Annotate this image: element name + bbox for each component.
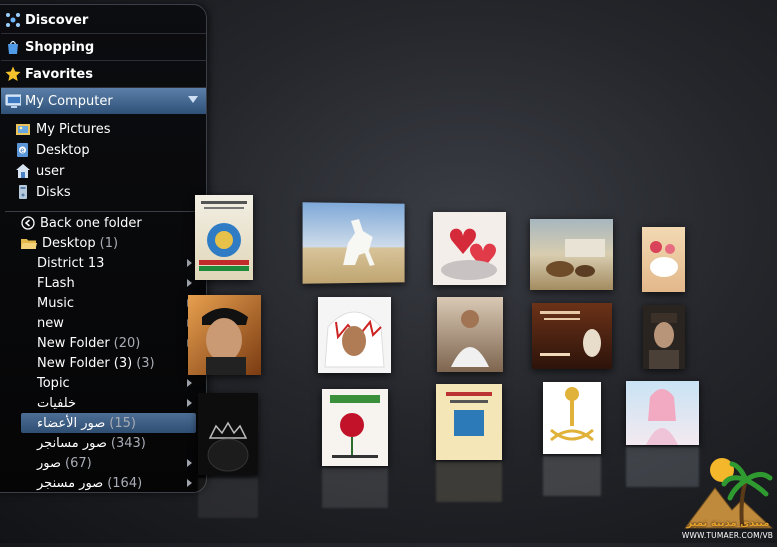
logo-url: WWW.TUMAER.COM/VB (681, 531, 774, 540)
photo-thumbnail[interactable] (302, 202, 405, 284)
monitor-icon (5, 93, 21, 109)
folder-count: (343) (110, 435, 146, 451)
chevron-right-icon[interactable] (187, 259, 192, 267)
folder-open-icon (21, 237, 37, 250)
folder-label: صور (37, 455, 62, 471)
back-arrow-icon (21, 216, 35, 230)
folder-item-text: خلفيات (21, 396, 76, 411)
chevron-right-icon[interactable] (187, 399, 192, 407)
disks-icon (15, 184, 31, 200)
folder-count: (15) (109, 415, 136, 431)
photo-reflection (436, 462, 502, 502)
photo-thumbnail[interactable] (198, 393, 258, 475)
category-label: My Computer (25, 93, 113, 109)
photo-thumbnail[interactable] (195, 195, 253, 280)
folder-label: خلفيات (37, 395, 77, 411)
folder-item[interactable]: خلفيات (21, 393, 196, 413)
photo-thumbnail[interactable] (532, 303, 612, 369)
photo-thumbnail[interactable] (322, 389, 388, 466)
folder-item-text: صور (21, 456, 61, 471)
photo-thumbnail[interactable] (543, 382, 601, 454)
photo-thumbnail[interactable] (436, 384, 502, 460)
photo-reflection (322, 468, 388, 508)
folder-item-text: FLash (21, 276, 75, 291)
folder-label: Topic (37, 375, 70, 391)
folder-item[interactable]: Topic (21, 373, 196, 393)
category-label: Discover (25, 12, 89, 28)
photo-thumbnail[interactable] (530, 219, 613, 290)
folder-label: New Folder (3) (37, 355, 133, 371)
folder-label: صور الأعضاء (37, 415, 106, 431)
folder-item[interactable]: New Folder (3) (3) (21, 353, 196, 373)
chevron-right-icon[interactable] (187, 479, 192, 487)
folder-item[interactable]: صور (67) (21, 453, 196, 473)
folder-item-text: District 13 (21, 256, 104, 271)
folder-item-text: صور مسانجر (21, 436, 107, 451)
folder-item[interactable]: Music (21, 293, 196, 313)
folder-label: صور مسانجر (37, 435, 107, 451)
photo-thumbnail[interactable] (188, 295, 261, 375)
forum-logo: منتدى مدينة تمير WWW.TUMAER.COM/VB (680, 448, 775, 543)
location-disks[interactable]: Disks (15, 184, 71, 200)
folder-item-text: صور مسنجر (21, 476, 103, 491)
category-label: Shopping (25, 39, 95, 55)
current-folder-desktop[interactable]: Desktop (1) (21, 233, 196, 253)
folder-item[interactable]: صور مسانجر (343) (21, 433, 196, 453)
folder-label: Music (37, 295, 74, 311)
category-label: Favorites (25, 66, 93, 82)
user-home-icon (15, 163, 31, 179)
folder-item[interactable]: District 13 (21, 253, 196, 273)
photo-thumbnail[interactable] (642, 227, 685, 292)
folder-item[interactable]: New Folder (20) (21, 333, 196, 353)
folder-label: صور مسنجر (37, 475, 104, 491)
folder-item-text: New Folder (21, 336, 110, 351)
category-favorites[interactable]: Favorites (1, 61, 206, 88)
folder-label: New Folder (37, 335, 110, 351)
folder-item[interactable]: صور مسنجر (164) (21, 473, 196, 492)
folder-item-text: صور الأعضاء (21, 416, 105, 431)
folder-count: (20) (113, 335, 141, 351)
chevron-right-icon[interactable] (187, 459, 192, 467)
folder-item[interactable]: new (21, 313, 196, 333)
sidebar: Discover Shopping Favorites My Computer … (0, 4, 207, 493)
photo-thumbnail[interactable] (643, 305, 685, 369)
photo-reflection (198, 478, 258, 518)
folder-count: (3) (136, 355, 155, 371)
location-user[interactable]: user (15, 163, 64, 179)
divider (5, 211, 196, 212)
folder-count: (67) (65, 455, 92, 471)
folder-item-text: New Folder (3) (21, 356, 132, 371)
svg-text:e: e (20, 147, 24, 155)
category-shopping[interactable]: Shopping (1, 34, 206, 61)
photo-thumbnail[interactable] (433, 212, 506, 285)
shopping-bag-icon (5, 39, 21, 55)
folder-label: FLash (37, 275, 75, 291)
desktop-icon: e (15, 142, 31, 158)
photo-thumbnail[interactable] (437, 297, 503, 372)
chevron-right-icon[interactable] (187, 279, 192, 287)
folder-item-text: new (21, 316, 64, 331)
folder-label: new (37, 315, 64, 331)
folder-item[interactable]: FLash (21, 273, 196, 293)
photo-thumbnail[interactable] (318, 297, 391, 373)
location-desktop[interactable]: e Desktop (15, 142, 90, 158)
location-my-pictures[interactable]: My Pictures (15, 121, 111, 137)
folder-item-text: Music (21, 296, 74, 311)
chevron-down-icon[interactable] (188, 96, 198, 103)
folder-item-text: Topic (21, 376, 70, 391)
back-one-folder-button[interactable]: Back one folder (21, 213, 196, 233)
category-discover[interactable]: Discover (1, 7, 206, 34)
folder-count: (164) (107, 475, 143, 491)
folder-label: District 13 (37, 255, 105, 271)
pictures-folder-icon (15, 121, 31, 137)
star-icon (5, 66, 21, 82)
photo-reflection (543, 456, 601, 496)
chevron-right-icon[interactable] (187, 379, 192, 387)
folder-item[interactable]: صور الأعضاء (15) (21, 413, 196, 433)
logo-title: منتدى مدينة تمير (686, 518, 770, 529)
discover-icon (5, 12, 21, 28)
photo-thumbnail[interactable] (626, 381, 699, 445)
category-my-computer[interactable]: My Computer (1, 88, 206, 114)
